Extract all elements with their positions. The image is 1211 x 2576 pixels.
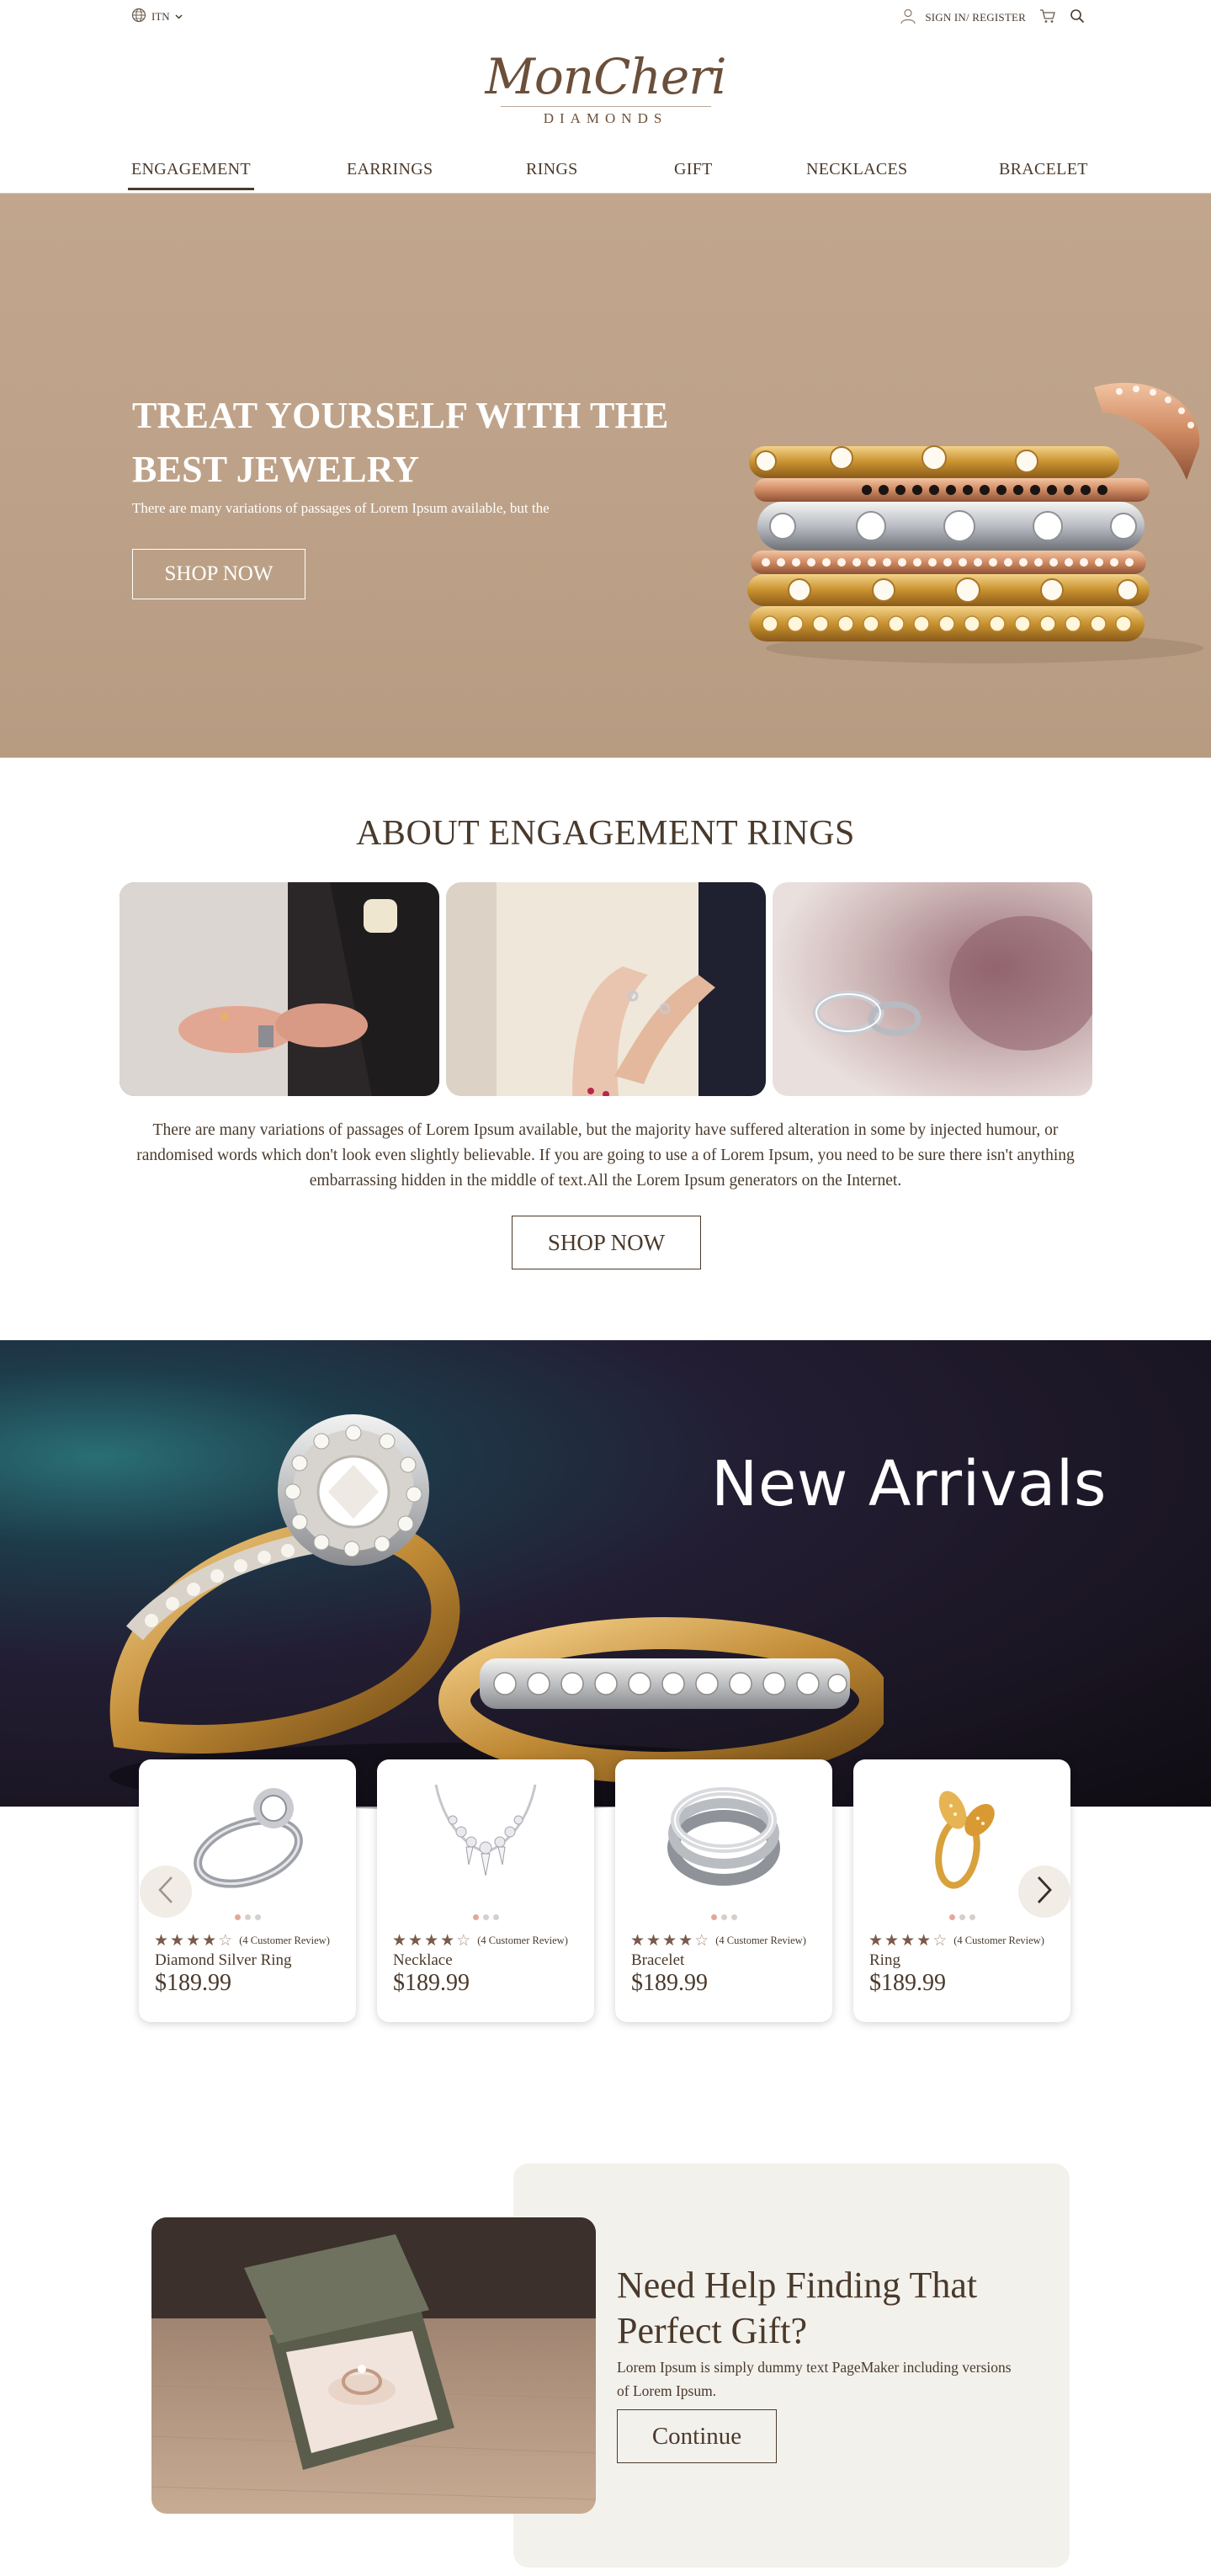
star-filled-icon: ★	[916, 1931, 932, 1950]
carousel-dot[interactable]	[730, 1914, 737, 1920]
star-filled-icon: ★	[424, 1931, 439, 1950]
nav-item-gift[interactable]: GIFT	[674, 160, 713, 188]
hero-banner: TREAT YOURSELF WITH THE BEST JEWELRY The…	[0, 194, 1211, 758]
carousel-dot[interactable]	[244, 1914, 251, 1920]
chevron-down-icon	[175, 10, 183, 24]
gift-ring-box-image	[151, 2217, 596, 2514]
rating-stars: ★ ★ ★ ★ ☆ (4 Customer Review)	[630, 1932, 806, 1949]
review-count: (4 Customer Review)	[953, 1934, 1044, 1946]
image-carousel-dots	[615, 1914, 832, 1920]
gift-help-text: Lorem Ipsum is simply dummy text PageMak…	[617, 2359, 1012, 2399]
carousel-dot[interactable]	[710, 1914, 717, 1920]
hero-subtitle: There are many variations of passages of…	[132, 500, 550, 516]
logo-script: MonCheri	[485, 48, 727, 105]
about-title: ABOUT ENGAGEMENT RINGS	[356, 814, 855, 853]
about-shop-now-button[interactable]: SHOP NOW	[512, 1216, 701, 1269]
carousel-dot[interactable]	[492, 1914, 499, 1920]
product-image-necklace	[434, 1784, 537, 1876]
main-navigation: ENGAGEMENT EARRINGS RINGS GIFT NECKLACES…	[0, 153, 1211, 194]
product-price: $189.99	[393, 1970, 470, 1996]
chevron-right-icon	[1035, 1875, 1054, 1909]
product-price: $189.99	[155, 1970, 231, 1996]
product-price: $189.99	[631, 1970, 708, 1996]
product-name: Necklace	[393, 1951, 453, 1969]
nav-item-bracelet[interactable]: BRACELET	[999, 160, 1088, 188]
logo-subtitle: DIAMONDS	[543, 110, 668, 126]
stacked-rings-image	[747, 382, 1203, 663]
star-filled-icon: ★	[900, 1931, 916, 1950]
sign-in-label: SIGN IN/ REGISTER	[925, 11, 1026, 24]
star-filled-icon: ★	[440, 1931, 455, 1950]
nav-item-necklaces[interactable]: NECKLACES	[806, 160, 907, 188]
star-empty-icon: ☆	[932, 1931, 948, 1950]
rating-stars: ★ ★ ★ ★ ☆ (4 Customer Review)	[154, 1932, 330, 1949]
product-name: Bracelet	[631, 1951, 685, 1969]
product-image-bracelet	[667, 1787, 780, 1886]
search-icon[interactable]	[1070, 8, 1085, 27]
hero-shop-now-button[interactable]: SHOP NOW	[132, 549, 305, 599]
carousel-dot[interactable]	[948, 1914, 955, 1920]
nav-item-engagement[interactable]: ENGAGEMENT	[128, 160, 254, 190]
star-filled-icon: ★	[868, 1931, 884, 1950]
star-filled-icon: ★	[170, 1931, 185, 1950]
top-bar: ITN SIGN IN/ REGISTER	[0, 0, 1211, 37]
nav-item-rings[interactable]: RINGS	[526, 160, 578, 188]
carousel-prev-button[interactable]	[140, 1865, 192, 1918]
language-selector[interactable]: ITN	[131, 8, 183, 26]
product-name: Diamond Silver Ring	[155, 1951, 292, 1969]
about-image-wedding-hands	[446, 882, 766, 1096]
star-filled-icon: ★	[630, 1931, 645, 1950]
star-empty-icon: ☆	[456, 1931, 471, 1950]
logo-divider	[500, 106, 711, 107]
about-image-hands-ring	[120, 882, 439, 1096]
star-filled-icon: ★	[186, 1931, 201, 1950]
user-icon	[900, 8, 916, 28]
carousel-dot[interactable]	[482, 1914, 489, 1920]
product-card[interactable]: ★ ★ ★ ★ ☆ (4 Customer Review) Necklace $189.…	[377, 1759, 594, 2022]
nav-item-earrings[interactable]: EARRINGS	[347, 160, 433, 188]
cart-icon[interactable]	[1039, 8, 1056, 27]
engagement-ring-set-image	[109, 1414, 884, 1810]
carousel-dot[interactable]	[254, 1914, 261, 1920]
gift-help-title: Need Help Finding That Perfect Gift?	[617, 2265, 978, 2351]
review-count: (4 Customer Review)	[477, 1934, 568, 1946]
product-price: $189.99	[869, 1970, 946, 1996]
sign-in-register-link[interactable]: SIGN IN/ REGISTER	[900, 8, 1026, 28]
carousel-dot[interactable]	[234, 1914, 241, 1920]
about-description: There are many variations of passages of…	[136, 1121, 1075, 1190]
star-filled-icon: ★	[662, 1931, 677, 1950]
review-count: (4 Customer Review)	[239, 1934, 330, 1946]
carousel-dot[interactable]	[969, 1914, 975, 1920]
hero-title: TREAT YOURSELF WITH THE BEST JEWELRY	[132, 395, 669, 490]
product-card[interactable]: ★ ★ ★ ★ ☆ (4 Customer Review) Bracelet $189.…	[615, 1759, 832, 2022]
carousel-dot[interactable]	[472, 1914, 479, 1920]
about-image-two-rings	[773, 882, 1092, 1096]
star-filled-icon: ★	[408, 1931, 423, 1950]
brand-logo[interactable]: MonCheri DIAMONDS	[0, 47, 1211, 127]
star-filled-icon: ★	[678, 1931, 693, 1950]
rating-stars: ★ ★ ★ ★ ☆ (4 Customer Review)	[868, 1932, 1044, 1949]
review-count: (4 Customer Review)	[715, 1934, 806, 1946]
star-empty-icon: ☆	[694, 1931, 709, 1950]
star-filled-icon: ★	[154, 1931, 169, 1950]
gift-continue-button[interactable]: Continue	[617, 2409, 777, 2463]
carousel-next-button[interactable]	[1018, 1865, 1070, 1918]
product-name: Ring	[869, 1951, 900, 1969]
language-label: ITN	[151, 10, 170, 23]
rating-stars: ★ ★ ★ ★ ☆ (4 Customer Review)	[392, 1932, 568, 1949]
globe-icon	[131, 8, 146, 26]
star-empty-icon: ☆	[218, 1931, 233, 1950]
star-filled-icon: ★	[646, 1931, 661, 1950]
star-filled-icon: ★	[884, 1931, 900, 1950]
carousel-dot[interactable]	[959, 1914, 965, 1920]
new-arrivals-title: New Arrivals	[711, 1448, 1107, 1520]
star-filled-icon: ★	[202, 1931, 217, 1950]
carousel-dot[interactable]	[720, 1914, 727, 1920]
image-carousel-dots	[377, 1914, 594, 1920]
star-filled-icon: ★	[392, 1931, 407, 1950]
chevron-left-icon	[157, 1875, 175, 1909]
